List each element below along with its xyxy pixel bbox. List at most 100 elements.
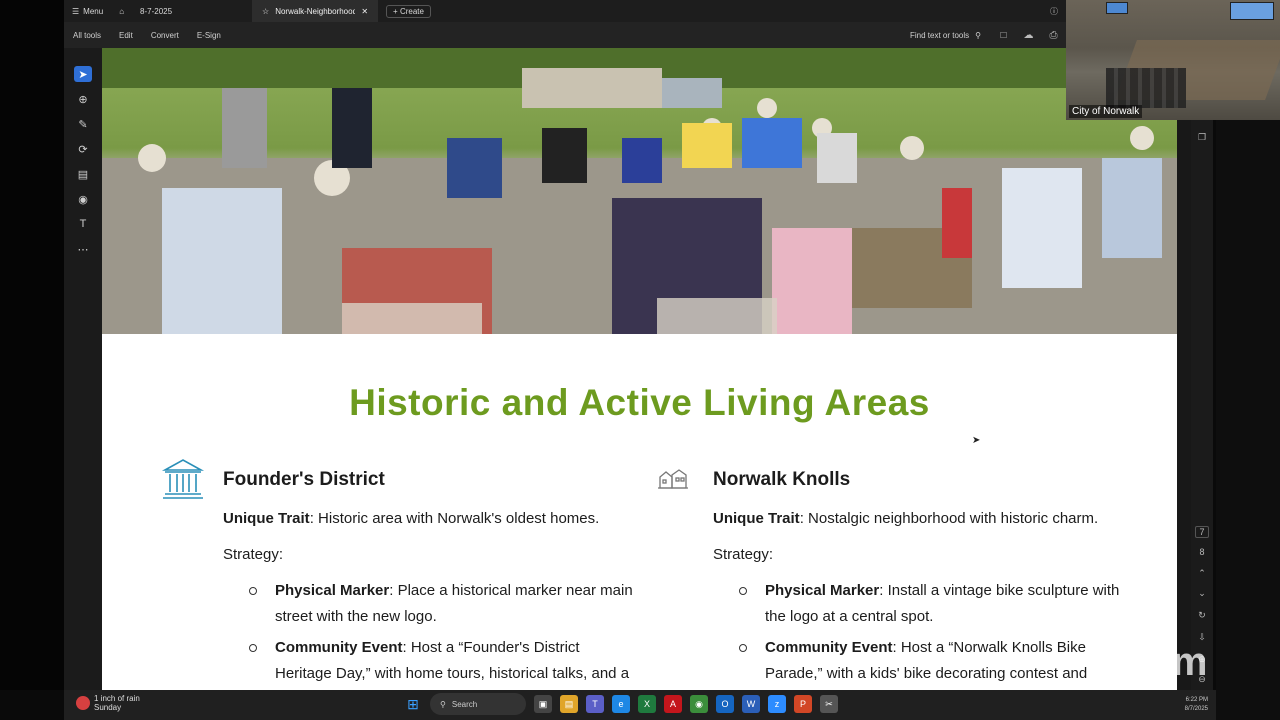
teams-icon[interactable]: T <box>586 695 604 713</box>
video-participant-label: City of Norwalk <box>1069 105 1143 118</box>
task-view-icon[interactable]: ▣ <box>534 695 552 713</box>
trait-text: : Historic area with Norwalk's oldest ho… <box>309 510 600 527</box>
zoom-app-icon[interactable]: z <box>768 695 786 713</box>
page-scrollbar[interactable] <box>1177 120 1191 690</box>
item-label: Community Event <box>765 639 893 656</box>
houses-icon <box>650 456 696 502</box>
founders-district-section: Founder's District Unique Trait: Histori… <box>160 456 640 690</box>
excel-icon[interactable]: X <box>638 695 656 713</box>
outlook-icon[interactable]: O <box>716 695 734 713</box>
neighborhood-gathering-photo <box>102 48 1177 334</box>
weather-icon <box>76 696 90 710</box>
trait-text: : Nostalgic neighborhood with historic c… <box>799 510 1099 527</box>
star-icon: ☆ <box>262 6 270 16</box>
list-item: Community Event: Host a “Norwalk Knolls … <box>739 635 1130 687</box>
close-tab-icon[interactable]: ✕ <box>361 7 368 16</box>
courthouse-icon <box>160 456 206 502</box>
acrobat-title-bar: ☰ Menu ⌂ 8-7-2025 ☆ Norwalk-Neighborhood… <box>64 0 1066 22</box>
tab-date-file[interactable]: 8-7-2025 <box>132 0 252 22</box>
norwalk-knolls-section: Norwalk Knolls Unique Trait: Nostalgic n… <box>650 456 1130 690</box>
convert-button[interactable]: Convert <box>142 31 188 40</box>
rotate-icon[interactable]: ↻ <box>1191 610 1213 621</box>
select-cursor-icon[interactable]: ➤ <box>74 66 92 82</box>
tab-date-label: 8-7-2025 <box>140 6 173 16</box>
pen-icon[interactable]: ✎ <box>74 116 92 132</box>
all-tools-button[interactable]: All tools <box>64 31 110 40</box>
item-label: Community Event <box>275 639 403 656</box>
search-label: Search <box>451 699 478 709</box>
strategy-list: Physical Marker: Place a historical mark… <box>249 578 640 690</box>
clock-date: 8/7/2025 <box>1184 706 1208 712</box>
acrobat-icon[interactable]: A <box>664 695 682 713</box>
word-icon[interactable]: W <box>742 695 760 713</box>
help-button[interactable]: ⓘ <box>1042 0 1066 22</box>
thumbnails-icon[interactable]: ❐ <box>1191 132 1213 143</box>
section-header: Founder's District <box>160 456 640 506</box>
edge-icon[interactable]: e <box>612 695 630 713</box>
page-number-next: 8 <box>1199 547 1205 557</box>
save-icon[interactable]: □ <box>991 30 1016 41</box>
weather-widget[interactable]: 1 inch of rain Sunday <box>76 694 186 712</box>
page-title: Historic and Active Living Areas <box>349 382 930 423</box>
zoom-watermark: zoom <box>1106 640 1207 684</box>
list-item: Community Event: Host a “Founder's Distr… <box>249 635 640 690</box>
print-icon[interactable]: ⎙ <box>1041 30 1066 41</box>
help-icon: ⓘ <box>1050 6 1058 16</box>
text-tool-icon[interactable]: T <box>74 216 92 232</box>
list-item: Physical Marker: Install a vintage bike … <box>739 578 1130 630</box>
tool-rail: ➤ ⊕ ✎ ⟳ ▤ ◉ T ⋯ <box>64 48 102 690</box>
trait-label: Unique Trait <box>223 510 310 527</box>
section-heading: Norwalk Knolls <box>713 469 851 490</box>
list-item: Physical Marker: Place a historical mark… <box>249 578 640 630</box>
section-body: Unique Trait: Historic area with Norwalk… <box>223 506 640 690</box>
stamp-icon[interactable]: ◉ <box>74 191 92 207</box>
wall-display <box>1106 2 1128 14</box>
section-header: Norwalk Knolls <box>650 456 1130 506</box>
powerpoint-icon[interactable]: P <box>794 695 812 713</box>
snipping-tool-icon[interactable]: ✂ <box>820 695 838 713</box>
plus-icon: + <box>393 6 398 16</box>
hamburger-icon: ☰ <box>72 6 80 16</box>
mouse-pointer-icon: ➤ <box>972 435 981 446</box>
chevron-up-icon[interactable]: ⌃ <box>1191 568 1213 579</box>
create-label: Create <box>399 6 424 16</box>
find-tools-search[interactable]: Find text or tools ⚲ <box>900 31 991 40</box>
strategy-label: Strategy: <box>713 546 774 563</box>
menu-button[interactable]: ☰ Menu <box>64 0 111 22</box>
lasso-icon[interactable]: ⟳ <box>74 141 92 157</box>
more-tools-icon[interactable]: ⋯ <box>74 241 92 257</box>
zoom-icon[interactable]: ⊕ <box>74 91 92 107</box>
zoom-video-panel[interactable]: City of Norwalk <box>1066 0 1280 120</box>
home-button[interactable]: ⌂ <box>111 0 132 22</box>
weather-line1: 1 inch of rain <box>94 694 140 703</box>
search-icon: ⚲ <box>975 30 981 40</box>
unique-trait: Unique Trait: Historic area with Norwalk… <box>223 506 640 532</box>
system-clock[interactable]: 6:22 PM 8/7/2025 <box>1185 696 1208 714</box>
unique-trait: Unique Trait: Nostalgic neighborhood wit… <box>713 506 1130 532</box>
chevron-down-icon[interactable]: ⌄ <box>1191 588 1213 599</box>
file-explorer-icon[interactable]: ▤ <box>560 695 578 713</box>
acrobat-toolbar: All tools Edit Convert E-Sign Find text … <box>64 22 1066 48</box>
find-label: Find text or tools <box>910 30 970 40</box>
edit-button[interactable]: Edit <box>110 31 142 40</box>
upload-cloud-icon[interactable]: ☁ <box>1016 30 1041 41</box>
desktop-margin <box>1216 120 1280 690</box>
text-box-icon[interactable]: ▤ <box>74 166 92 182</box>
windows-taskbar: 1 inch of rain Sunday ⊞ ⚲ Search ▣ ▤ T e… <box>64 690 1216 720</box>
tab-document-label: Norwalk-Neighborhood... <box>275 6 356 16</box>
section-heading: Founder's District <box>223 469 385 490</box>
item-label: Physical Marker <box>275 582 390 599</box>
taskbar-search[interactable]: ⚲ Search <box>430 693 526 715</box>
weather-line2: Sunday <box>94 703 122 712</box>
weather-text: 1 inch of rain Sunday <box>94 694 140 712</box>
strategy-label: Strategy: <box>223 546 284 563</box>
chrome-icon[interactable]: ◉ <box>690 695 708 713</box>
audience-chairs <box>1106 68 1186 108</box>
page-number-current[interactable]: 7 <box>1195 526 1209 538</box>
windows-start-icon[interactable]: ⊞ <box>404 695 422 713</box>
create-button[interactable]: + Create <box>386 4 431 18</box>
strategy-list: Physical Marker: Install a vintage bike … <box>739 578 1130 687</box>
wall-display <box>1230 2 1274 20</box>
tab-document[interactable]: ☆ Norwalk-Neighborhood... ✕ <box>252 0 379 22</box>
esign-button[interactable]: E-Sign <box>188 31 230 40</box>
